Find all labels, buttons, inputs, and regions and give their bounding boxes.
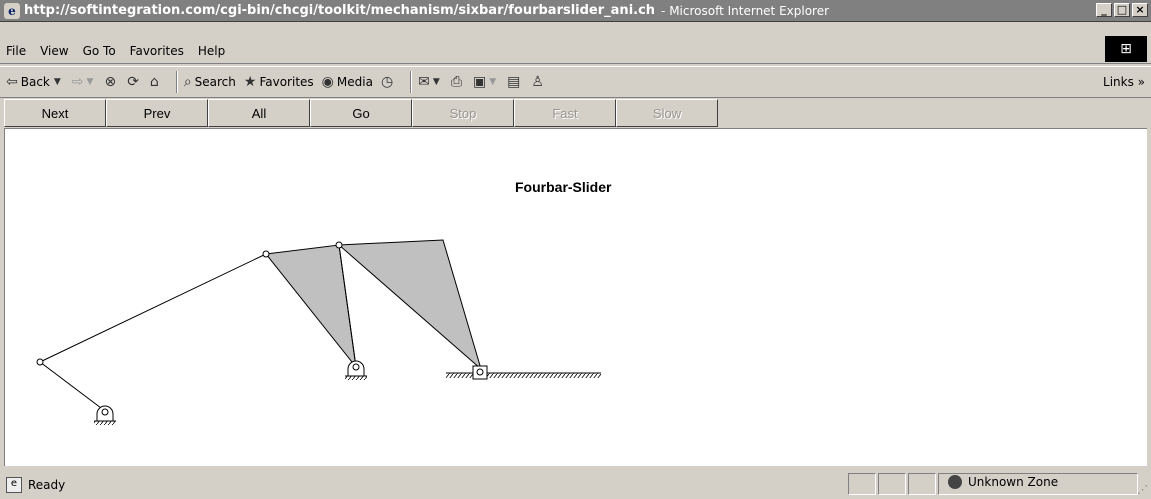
stop-button[interactable]: ⊗ [104, 74, 119, 90]
home-button[interactable]: ⌂ [150, 74, 162, 90]
toolbar: ⇦ Back ▼ ⇨ ▼ ⊗ ⟳ ⌂ ⌕ Search ★ Favorites … [0, 66, 1151, 98]
window-title-url: http://softintegration.com/cgi-bin/chcgi… [24, 3, 656, 18]
search-button[interactable]: ⌕ Search [184, 74, 236, 90]
search-label: Search [194, 75, 236, 89]
ie-icon: e [4, 2, 20, 19]
status-pane [908, 473, 936, 495]
joint [36, 358, 44, 366]
status-pane [878, 473, 906, 495]
media-icon: ◉ [321, 74, 334, 90]
globe-icon [948, 475, 962, 489]
menu-goto[interactable]: Go To [83, 44, 116, 58]
media-button[interactable]: ◉ Media [322, 74, 373, 90]
edit-icon: ▣ [473, 74, 487, 90]
messenger-icon: ♙ [531, 74, 544, 90]
all-button[interactable]: All [208, 99, 310, 127]
window-title-app: - Microsoft Internet Explorer [661, 3, 830, 18]
ground-pivot-middle [345, 360, 367, 380]
menu-favorites[interactable]: Favorites [130, 44, 184, 58]
mail-button[interactable]: ✉ ▼ [418, 74, 443, 90]
edit-button[interactable]: ▣ ▼ [473, 74, 499, 90]
history-icon: ◷ [380, 74, 394, 90]
back-label: Back [20, 75, 50, 89]
discuss-icon: ▤ [507, 74, 521, 90]
toolbar-separator [175, 71, 178, 93]
status-ready: e Ready [6, 476, 66, 493]
back-arrow-icon: ⇦ [6, 74, 18, 90]
mail-icon: ✉ [418, 74, 430, 90]
page-icon: e [6, 476, 22, 493]
menu-help[interactable]: Help [198, 44, 225, 58]
close-button[interactable]: × [1132, 3, 1148, 17]
connecting-link [39, 253, 267, 363]
stop-animation-button[interactable]: Stop [412, 99, 514, 127]
stop-icon: ⊗ [104, 74, 117, 90]
status-text: Ready [28, 477, 66, 492]
page-content: Fourbar-Slider [4, 128, 1147, 466]
security-zone: Unknown Zone [948, 475, 1058, 489]
title-bar: e http://softintegration.com/cgi-bin/chc… [0, 0, 1151, 22]
fast-button[interactable]: Fast [514, 99, 616, 127]
forward-arrow-icon: ⇨ [71, 74, 84, 90]
crank-link [39, 361, 106, 412]
output-triangle [337, 239, 482, 371]
go-button[interactable]: Go [310, 99, 412, 127]
print-button[interactable]: ⎙ [451, 74, 465, 90]
chevron-down-icon: ▼ [86, 77, 94, 87]
coupler-triangle [265, 244, 357, 369]
favorites-label: Favorites [259, 75, 314, 89]
prev-button[interactable]: Prev [106, 99, 208, 127]
print-icon: ⎙ [450, 74, 463, 90]
back-button[interactable]: ⇦ Back ▼ [6, 74, 64, 90]
chevron-down-icon: ▼ [489, 77, 497, 87]
minimize-button[interactable]: _ [1096, 3, 1112, 17]
joint [335, 241, 343, 249]
favorites-button[interactable]: ★ Favorites [244, 74, 314, 90]
discuss-button[interactable]: ▤ [507, 74, 523, 90]
menu-view[interactable]: View [40, 44, 68, 58]
messenger-button[interactable]: ♙ [531, 74, 547, 90]
joint [262, 250, 270, 258]
toolbar-separator [410, 71, 413, 93]
animation-controls: Next Prev All Go Stop Fast Slow [4, 99, 718, 127]
status-pane [848, 473, 876, 495]
mechanism-diagram [36, 239, 601, 425]
next-button[interactable]: Next [4, 99, 106, 127]
menu-bar: File View Go To Favorites Help [0, 38, 1151, 64]
window-controls: _ □ × [1096, 3, 1148, 17]
ground-pivot-left [94, 405, 116, 425]
forward-button[interactable]: ⇨ ▼ [72, 74, 97, 90]
slow-button[interactable]: Slow [616, 99, 718, 127]
zone-label: Unknown Zone [968, 475, 1059, 489]
chevron-down-icon: ▼ [53, 77, 61, 87]
favorites-icon: ★ [243, 74, 257, 90]
menu-file[interactable]: File [6, 44, 26, 58]
media-label: Media [336, 75, 373, 89]
chevron-down-icon: ▼ [432, 77, 440, 87]
history-button[interactable]: ◷ [381, 74, 396, 90]
refresh-icon: ⟳ [127, 74, 139, 90]
search-icon: ⌕ [183, 74, 192, 90]
joint [476, 368, 484, 376]
links-button[interactable]: Links » [1103, 75, 1145, 89]
resize-grip-icon[interactable]: ⋰ [1137, 483, 1148, 496]
slider-ground-hatch [446, 373, 601, 378]
refresh-button[interactable]: ⟳ [127, 74, 142, 90]
home-icon: ⌂ [149, 74, 159, 90]
maximize-button[interactable]: □ [1114, 3, 1130, 17]
windows-logo-icon: ⊞ [1105, 36, 1147, 62]
